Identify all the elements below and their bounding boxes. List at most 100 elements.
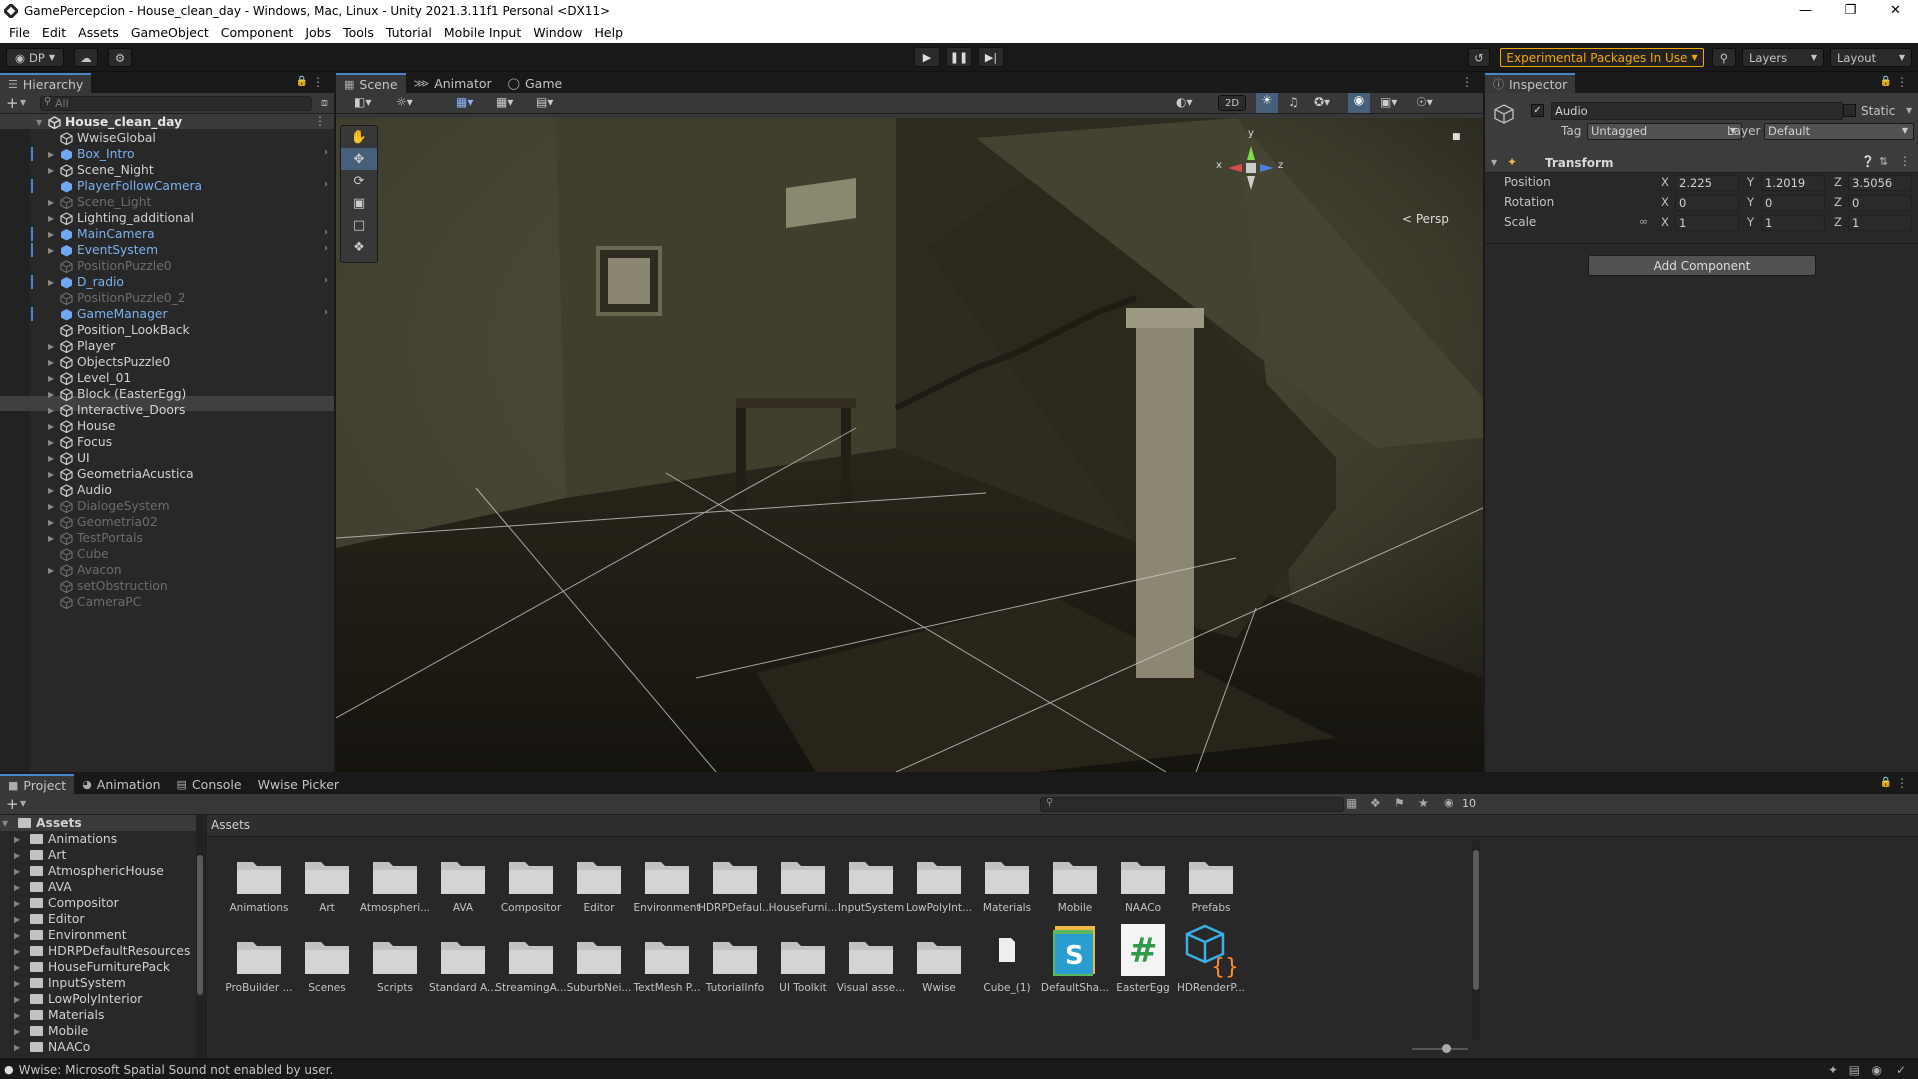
scene-search-icon[interactable]: ⧈ [321,96,328,110]
chevron-right-icon[interactable]: › [324,179,328,190]
asset-scrollbar-thumb[interactable] [1473,850,1479,990]
position-y-field[interactable]: 1.2019 [1761,175,1825,191]
chevron-down-icon[interactable]: ▼ [20,799,26,808]
audio-icon[interactable]: ♫ [1288,95,1299,109]
tree-folder-item[interactable]: ▶ AVA [14,879,72,895]
asset-item[interactable]: ProBuilder ... [222,936,296,994]
position-z-field[interactable]: 3.5056 [1848,175,1912,191]
collab-button[interactable]: ⚙ [108,48,132,67]
orientation-gizmo[interactable]: y x z [1216,128,1286,218]
tag-dropdown[interactable]: Untagged ▼ [1587,123,1742,140]
menu-assets[interactable]: Assets [72,25,125,40]
tree-folder-item[interactable]: ▶ HouseFurniturePack [14,959,170,975]
kebab-menu-icon[interactable]: ⋮ [1461,75,1473,89]
chevron-right-icon[interactable]: › [324,243,328,254]
rotation-x-label[interactable]: X [1661,195,1669,209]
asset-item[interactable]: Materials [970,856,1044,914]
globe-icon[interactable]: ☼▾ [396,95,413,109]
asset-item[interactable]: Scripts [358,936,432,994]
hierarchy-item[interactable]: PositionPuzzle0 [48,258,172,274]
tree-folder-item[interactable]: ▶ Animations [14,831,117,847]
tree-folder-item[interactable]: ▶ LowPolyInterior [14,991,142,1007]
view-tool-button[interactable]: ✋ [341,126,377,148]
expand-arrow-icon[interactable]: ▶ [48,454,60,463]
asset-item[interactable]: Compositor [494,856,568,914]
tree-folder-item[interactable]: ▶ Materials [14,1007,104,1023]
asset-item[interactable]: Wwise [902,936,976,994]
chevron-right-icon[interactable]: › [324,227,328,238]
project-search-input[interactable] [1040,797,1344,812]
tree-folder-item[interactable]: ▶ HDRPDefaultResources [14,943,190,959]
hierarchy-item[interactable]: ▶ Avacon [48,562,122,578]
search-by-type-icon[interactable]: ▦ [1346,796,1357,810]
tree-folder-item[interactable]: ▶ NAACo [14,1039,90,1055]
expand-arrow-icon[interactable]: ▶ [14,915,30,924]
tab-animation[interactable]: ◕ Animation [74,774,169,794]
asset-item[interactable]: Editor [562,856,636,914]
shading-mode-icon[interactable]: ◐▾ [1176,95,1193,109]
scale-z-field[interactable]: 1 [1848,215,1912,231]
scene-root[interactable]: ▼ House_clean_day [36,114,182,130]
hidden-objects-icon[interactable]: ◉ [1348,93,1370,113]
tab-hierarchy[interactable]: ☰ Hierarchy [0,73,92,93]
hierarchy-search-input[interactable]: All [40,96,312,111]
position-x-label[interactable]: X [1661,175,1669,189]
expand-arrow-icon[interactable]: ▶ [48,374,60,383]
play-button[interactable]: ▶ [914,47,940,67]
tree-folder-item[interactable]: ▶ AtmosphericHouse [14,863,164,879]
hierarchy-item[interactable]: ▶ EventSystem [48,242,158,258]
toggle-2d-button[interactable]: 2D [1218,95,1246,111]
search-by-label-icon[interactable]: ❖ [1370,796,1381,810]
asset-item[interactable]: Scenes [290,936,364,994]
asset-item[interactable]: LowPolyInt... [902,856,976,914]
foldout-arrow-icon[interactable]: ▼ [1491,158,1497,167]
asset-item[interactable]: Art [290,856,364,914]
expand-arrow-icon[interactable]: ▶ [14,979,30,988]
expand-arrow-icon[interactable]: ▶ [14,1027,30,1036]
hierarchy-item[interactable]: setObstruction [48,578,168,594]
effects-icon[interactable]: ✪▾ [1314,95,1330,109]
menu-component[interactable]: Component [215,25,300,40]
increment-snap-icon[interactable]: ▤▾ [536,95,553,109]
hierarchy-item[interactable]: ▶ Block (EasterEgg) [48,386,186,402]
kebab-menu-icon[interactable]: ⋮ [312,75,324,89]
minimize-button[interactable]: — [1783,0,1828,21]
expand-arrow-icon[interactable]: ▶ [48,246,60,255]
hierarchy-item[interactable]: ▶ House [48,418,116,434]
lock-icon[interactable]: 🔒 [1880,76,1892,87]
tab-console[interactable]: ▤ Console [168,774,250,794]
kebab-menu-icon[interactable]: ⋮ [1896,75,1908,89]
asset-item[interactable]: Standard A... [426,936,500,994]
rotation-x-field[interactable]: 0 [1675,195,1739,211]
tree-folder-item[interactable]: ▶ InputSystem [14,975,126,991]
scale-y-field[interactable]: 1 [1761,215,1825,231]
hierarchy-item[interactable]: PlayerFollowCamera [48,178,202,194]
asset-item[interactable]: InputSystem [834,856,908,914]
auto-generate-lighting-icon[interactable]: ✓ [1896,1063,1906,1077]
layout-dropdown[interactable]: Layout ▼ [1830,48,1912,67]
menu-file[interactable]: File [3,25,36,40]
tab-project[interactable]: ■ Project [0,774,75,794]
hierarchy-item[interactable]: ▶ Box_Intro [48,146,135,162]
expand-arrow-icon[interactable]: ▶ [48,422,60,431]
hierarchy-item[interactable]: ▶ Lighting_additional [48,210,194,226]
chevron-down-icon[interactable]: ▼ [20,98,26,107]
expand-arrow-icon[interactable]: ▶ [48,278,60,287]
layers-dropdown[interactable]: Layers ▼ [1742,48,1824,67]
help-icon[interactable]: ❔ [1861,155,1875,168]
asset-item[interactable]: StreamingA... [494,936,568,994]
menu-mobile-input[interactable]: Mobile Input [438,25,527,40]
hierarchy-item[interactable]: WwiseGlobal [48,130,156,146]
snap-grid-icon[interactable]: ▦▾ [456,95,473,109]
asset-item[interactable]: NAACo [1106,856,1180,914]
hierarchy-item[interactable]: ▶ Focus [48,434,112,450]
hierarchy-item[interactable]: CameraPC [48,594,141,610]
expand-arrow-icon[interactable]: ▶ [48,518,60,527]
tab-game[interactable]: ◯ Game [499,73,571,93]
hierarchy-item[interactable]: ▶ Scene_Light [48,194,151,210]
tree-folder-item[interactable]: ▶ Mobile [14,1023,88,1039]
expand-arrow-icon[interactable]: ▶ [14,899,30,908]
expand-arrow-icon[interactable]: ▶ [14,995,30,1004]
expand-arrow-icon[interactable]: ▶ [14,947,30,956]
menu-tools[interactable]: Tools [337,25,380,40]
